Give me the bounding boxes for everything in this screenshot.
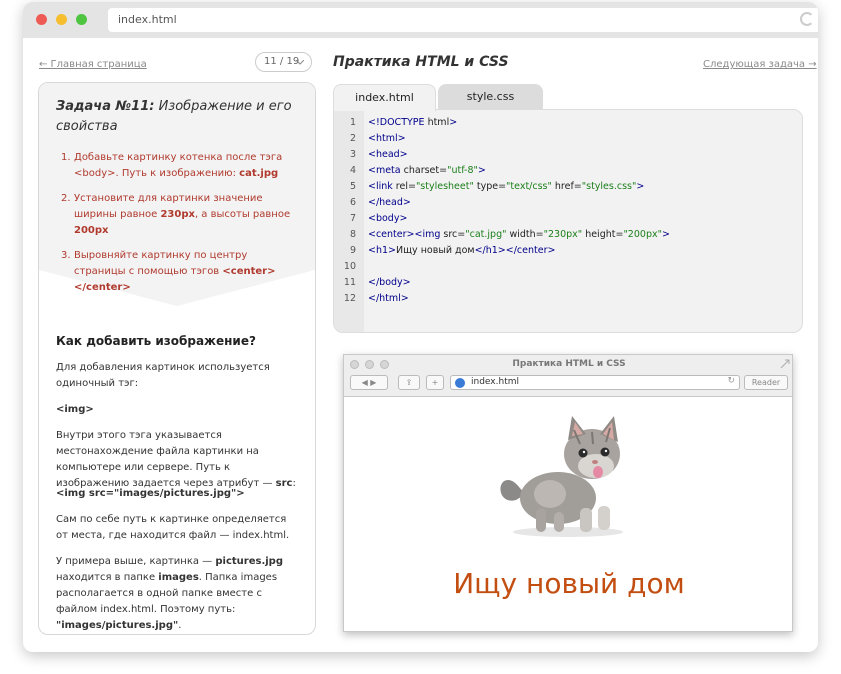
reload-icon[interactable] (800, 12, 814, 26)
back-icon[interactable]: ◀ (362, 378, 368, 387)
step-number: 3. (61, 250, 71, 261)
line-number: 5 (349, 181, 356, 192)
code-line[interactable]: </head> (368, 197, 411, 208)
help-paragraph: У примера выше, картинка — pictures.jpg … (56, 554, 301, 634)
code-line[interactable]: <!DOCTYPE html> (368, 117, 457, 128)
help-paragraph: Сам по себе путь к картинке определяется… (56, 514, 290, 541)
back-forward-buttons[interactable]: ◀ ▶ (350, 375, 388, 390)
code-line[interactable]: <link rel="stylesheet" type="text/css" h… (368, 181, 644, 192)
preview-heading: Ищу новый дом (453, 567, 685, 600)
line-number: 11 (343, 277, 356, 288)
step-value: 200px (74, 225, 109, 236)
step-value: cat.jpg (239, 168, 279, 179)
help-tag: <img> (56, 404, 94, 415)
help-path: "images/pictures.jpg" (56, 620, 179, 631)
page-content: ← Главная страница 11 / 19 Практика HTML… (23, 38, 818, 652)
help-code: <img> (56, 402, 301, 418)
preview-url: index.html (471, 377, 519, 387)
browser-toolbar: index.html (23, 2, 818, 38)
code-line[interactable]: <center><img src="cat.jpg" width="230px"… (368, 229, 670, 240)
code-line[interactable]: <meta charset="utf-8"> (368, 165, 486, 176)
help-text: . (178, 620, 182, 631)
code-line[interactable]: </body> (368, 277, 411, 288)
share-button[interactable]: ⇪ (398, 375, 420, 390)
help-text: Внутри этого тэга указывается местонахож… (56, 430, 276, 489)
globe-icon (455, 378, 465, 388)
task-counter[interactable]: 11 / 19 (255, 52, 312, 72)
line-number: 4 (349, 165, 356, 176)
tab-style-css[interactable]: style.css (438, 84, 543, 110)
home-link[interactable]: ← Главная страница (39, 59, 147, 70)
code-editor[interactable]: 1 2 3 4 5 6 7 8 9 10 11 12 <!DOCTYPE html> <html> <he… (333, 109, 803, 333)
line-number: 7 (349, 213, 356, 224)
step-text: , а высоты равное (194, 209, 291, 220)
forward-icon[interactable]: ▶ (370, 378, 376, 387)
help-heading: Как добавить изображение? (56, 334, 256, 348)
line-number: 8 (349, 229, 356, 240)
code-line[interactable]: <body> (368, 213, 407, 224)
browser-window: index.html ← Главная страница 11 / 19 Пр… (23, 2, 818, 652)
task-card: Задача №11: Изображение и его свойства 1… (38, 82, 316, 635)
task-step: 2. Установите для картинки значение шири… (61, 191, 297, 239)
next-task-link[interactable]: Следующая задача → (703, 59, 817, 70)
preview-toolbar: Практика HTML и CSS ◀ ▶ ⇪ + index.html ↻… (344, 355, 792, 397)
line-gutter: 1 2 3 4 5 6 7 8 9 10 11 12 (334, 110, 364, 332)
fullscreen-icon[interactable] (780, 359, 790, 369)
help-text: находится в папке (56, 572, 159, 583)
line-number: 1 (349, 117, 356, 128)
help-text: У примера выше, картинка — (56, 556, 216, 567)
line-number: 12 (343, 293, 356, 304)
reader-button[interactable]: Reader (744, 375, 788, 390)
line-number: 10 (343, 261, 356, 272)
code-line[interactable]: </html> (368, 293, 409, 304)
code-line[interactable]: <h1>Ищу новый дом</h1></center> (368, 245, 555, 256)
preview-window: Практика HTML и CSS ◀ ▶ ⇪ + index.html ↻… (343, 354, 793, 632)
task-counter-label: 11 / 19 (264, 56, 300, 67)
task-step: 1. Добавьте картинку котенка после тэга … (61, 150, 297, 182)
help-file: pictures.jpg (215, 556, 283, 567)
refresh-icon[interactable]: ↻ (727, 376, 735, 386)
line-number: 2 (349, 133, 356, 144)
preview-title: Практика HTML и CSS (512, 359, 626, 369)
help-folder: images (158, 572, 199, 583)
code-line[interactable]: <html> (368, 133, 406, 144)
line-number: 9 (349, 245, 356, 256)
preview-address-bar[interactable]: index.html ↻ (450, 375, 740, 390)
task-step: 3. Выровняйте картинку по центру страниц… (61, 248, 297, 296)
minimize-window-button[interactable] (56, 14, 67, 25)
maximize-window-button[interactable] (76, 14, 87, 25)
help-example: <img src="images/pictures.jpg"> (56, 488, 245, 499)
code-line[interactable]: <head> (368, 149, 408, 160)
line-number: 3 (349, 149, 356, 160)
step-number: 1. (61, 152, 71, 163)
line-number: 6 (349, 197, 356, 208)
new-tab-button[interactable]: + (426, 375, 444, 390)
address-bar[interactable]: index.html (108, 8, 818, 32)
tab-index-html[interactable]: index.html (333, 84, 436, 111)
task-steps: 1. Добавьте картинку котенка после тэга … (61, 150, 297, 305)
help-paragraph: Для добавления картинок используется оди… (56, 362, 270, 389)
chevron-down-icon (296, 60, 304, 65)
help-paragraph: Внутри этого тэга указывается местонахож… (56, 428, 301, 492)
share-icon: ⇪ (405, 378, 413, 387)
close-window-button[interactable] (36, 14, 47, 25)
task-number: Задача №11: (56, 99, 155, 114)
page-title: Практика HTML и CSS (333, 54, 509, 70)
task-title: Задача №11: Изображение и его свойства (56, 97, 296, 137)
step-number: 2. (61, 193, 71, 204)
plus-icon: + (431, 378, 439, 387)
kitten-image (500, 416, 623, 537)
step-value: 230px (160, 209, 195, 220)
help-code: <img src="images/pictures.jpg"> (56, 486, 301, 502)
address-text: index.html (118, 13, 177, 26)
